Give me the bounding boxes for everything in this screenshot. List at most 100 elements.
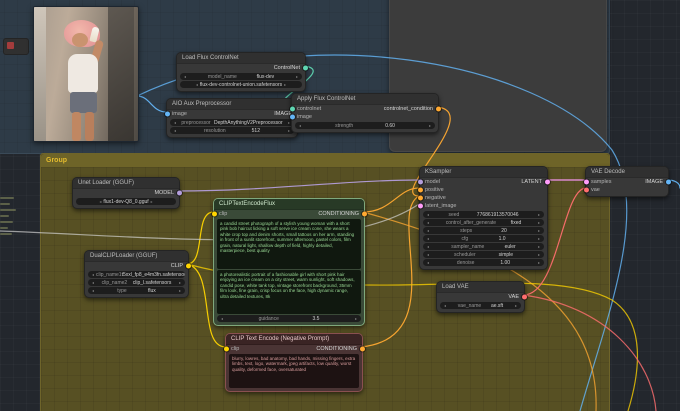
collapsed-node-icon (7, 42, 14, 49)
steps-widget[interactable]: steps 20 (423, 227, 544, 234)
widget-label: clip_name2 (101, 279, 128, 286)
image-input-port[interactable] (289, 114, 295, 120)
guidance-widget[interactable]: guidance 3.5 (217, 315, 361, 322)
unet-name-widget[interactable]: flux1-dev-Q8_0.gguf (76, 198, 176, 205)
widget-value: 776861913570046 (476, 211, 519, 218)
negative-input-label: negative (425, 195, 446, 201)
latent-output-label: LATENT (521, 179, 542, 185)
load-vae-node[interactable]: Load VAE VAE vae_name ae.sft (436, 281, 527, 313)
denoise-widget[interactable]: denoise 1.00 (423, 259, 544, 266)
control-after-generate-widget[interactable]: control_after_generate fixed (423, 219, 544, 226)
latent-output-port[interactable] (544, 179, 550, 185)
port-row: image IMAGE (164, 110, 300, 118)
model-output-port[interactable] (176, 190, 182, 196)
widget-label: cfg (461, 235, 469, 242)
scheduler-widget[interactable]: scheduler simple (423, 251, 544, 258)
ksampler-node[interactable]: KSampler model LATENT positive negative … (417, 166, 550, 270)
negative-textarea[interactable]: blurry, lowres, bad anatomy, bad hands, … (229, 354, 359, 388)
node-title[interactable]: Apply Flux ControlNet (292, 94, 438, 105)
negative-input-port[interactable] (417, 195, 423, 201)
clip-input-label: clip (231, 346, 240, 352)
image-input-port[interactable] (164, 111, 170, 117)
widget-value: flux-dev (256, 73, 275, 80)
collapsed-node[interactable] (3, 38, 29, 55)
clip-l-textarea[interactable]: a candid street photograph of a stylish … (217, 219, 361, 269)
controlnet-path-widget[interactable]: flux-dev-controlnet-union.safetensors (180, 81, 302, 88)
latent-input-port[interactable] (417, 203, 423, 209)
widget-label: model_name (207, 73, 237, 80)
widget-label: sampler_name (451, 243, 485, 250)
stub-line (0, 203, 10, 205)
resolution-widget[interactable]: resolution 512 (170, 127, 294, 134)
controlnet-output-label: ControlNet (273, 65, 300, 71)
controlnet-output-port[interactable] (302, 65, 308, 71)
aio-aux-preprocessor-node[interactable]: AIO Aux Preprocessor image IMAGE preproc… (164, 98, 300, 138)
widget-label: steps (460, 227, 473, 234)
clip-output-port[interactable] (185, 263, 191, 269)
image-input-label: image (297, 114, 312, 120)
widget-value: 20 (501, 227, 507, 234)
image-input-label: image (172, 111, 187, 117)
widget-label: vae_name (457, 302, 482, 309)
cfg-widget[interactable]: cfg 1.0 (423, 235, 544, 242)
widget-value: DepthAnythingV2Preprocessor (213, 119, 283, 126)
positive-input-label: positive (425, 187, 444, 193)
conditioning-output-label: CONDITIONING (316, 346, 357, 352)
widget-label: preprocessor (181, 119, 211, 126)
strength-widget[interactable]: strength 0.60 (295, 122, 435, 129)
photo-leg (85, 112, 94, 141)
clip-input-port[interactable] (223, 346, 229, 352)
clip-text-encode-positive-node[interactable]: CLIPTextEncodeFlux clip CONDITIONING a c… (211, 198, 367, 326)
clip-name2-widget[interactable]: clip_name2 clip_l.safetensors (88, 279, 185, 286)
node-editor-canvas[interactable]: Group Load Flux ControlNet ControlNet ◂ … (0, 0, 680, 411)
type-widget[interactable]: type flux (88, 287, 185, 294)
load-flux-controlnet-node[interactable]: Load Flux ControlNet ControlNet model_na… (176, 52, 308, 92)
widget-label: scheduler (453, 251, 476, 258)
widget-label: type (117, 287, 127, 294)
widget-label: resolution (203, 127, 226, 134)
condition-output-port[interactable] (435, 106, 441, 112)
widget-value: fixed (510, 219, 522, 226)
widget-label: control_after_generate (445, 219, 497, 226)
node-title[interactable]: Load VAE (437, 282, 524, 293)
port-row: clip CONDITIONING (211, 210, 367, 218)
vae-decode-node[interactable]: VAE Decode samples IMAGE vae (583, 166, 671, 197)
node-title[interactable]: CLIP Text Encode (Negative Prompt) (226, 334, 362, 345)
vae-input-port[interactable] (583, 187, 589, 193)
t5xxl-textarea[interactable]: a photorealistic portrait of a fashionab… (217, 270, 361, 314)
image-output-port[interactable] (665, 179, 671, 185)
clip-text-encode-negative-node[interactable]: CLIP Text Encode (Negative Prompt) clip … (223, 333, 365, 392)
preprocessor-widget[interactable]: preprocessor DepthAnythingV2Preprocessor (170, 119, 294, 126)
clip-name1-widget[interactable]: clip_name1 t5xxl_fp8_e4m3fn.safetensors (88, 271, 185, 278)
node-title[interactable]: Load Flux ControlNet (177, 53, 305, 64)
controlnet-input-port[interactable] (289, 106, 295, 112)
seed-widget[interactable]: seed 776861913570046 (423, 211, 544, 218)
photo-shorts (70, 92, 97, 113)
samples-input-port[interactable] (583, 179, 589, 185)
widget-value: t5xxl_fp8_e4m3fn.safetensors (121, 271, 185, 278)
conditioning-output-port[interactable] (359, 346, 365, 352)
unet-loader-node[interactable]: Unet Loader (GGUF) MODEL flux1-dev-Q8_0.… (72, 177, 182, 209)
node-title[interactable]: Unet Loader (GGUF) (73, 178, 179, 189)
clip-input-port[interactable] (211, 211, 217, 217)
clip-output-label: CLIP (170, 263, 183, 269)
node-title[interactable]: VAE Decode (586, 167, 668, 178)
node-title[interactable]: KSampler (420, 167, 547, 178)
widget-label: strength (335, 122, 354, 129)
load-image-node[interactable] (33, 6, 139, 142)
model-name-widget[interactable]: model_name flux-dev (180, 73, 302, 80)
conditioning-output-port[interactable] (361, 211, 367, 217)
node-title[interactable]: CLIPTextEncodeFlux (214, 199, 364, 210)
node-title[interactable]: AIO Aux Preprocessor (167, 99, 297, 110)
positive-input-port[interactable] (417, 187, 423, 193)
image-output-label: IMAGE (645, 179, 663, 185)
dual-clip-loader-node[interactable]: DualCLIPLoader (GGUF) CLIP clip_name1 t5… (84, 250, 191, 298)
stub-line (0, 209, 16, 211)
vae-output-port[interactable] (521, 294, 527, 300)
apply-flux-controlnet-node[interactable]: Apply Flux ControlNet controlnet control… (289, 93, 441, 133)
node-title[interactable]: DualCLIPLoader (GGUF) (85, 251, 188, 262)
model-input-port[interactable] (417, 179, 423, 185)
vae-name-widget[interactable]: vae_name ae.sft (440, 302, 521, 309)
sampler-name-widget[interactable]: sampler_name euler (423, 243, 544, 250)
widget-value: 512 (251, 127, 260, 134)
